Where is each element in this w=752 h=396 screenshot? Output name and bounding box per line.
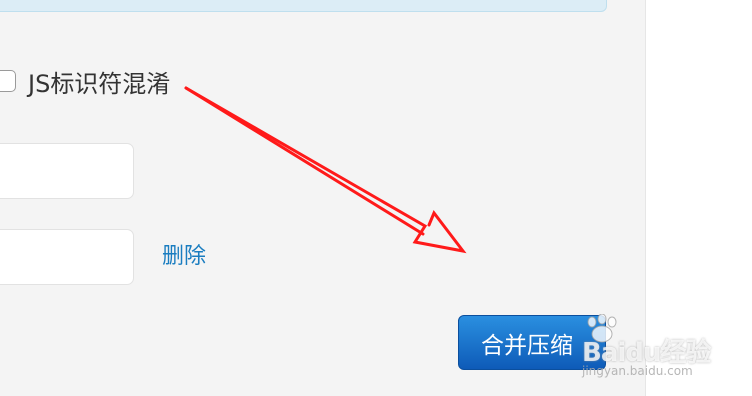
file-input-2[interactable] [0,229,134,285]
file-input-1[interactable] [0,143,134,199]
main-panel: JS标识符混淆 删除 合并压缩 [0,0,645,396]
js-obfuscate-option[interactable]: JS标识符混淆 [0,64,170,99]
merge-compress-button[interactable]: 合并压缩 [458,315,606,370]
info-notice-bar [0,0,607,12]
merge-compress-label: 合并压缩 [481,332,573,359]
js-obfuscate-checkbox[interactable] [0,70,16,92]
js-obfuscate-label[interactable]: JS标识符混淆 [28,64,170,99]
right-sidebar-strip [645,0,752,396]
delete-link[interactable]: 删除 [162,238,206,270]
